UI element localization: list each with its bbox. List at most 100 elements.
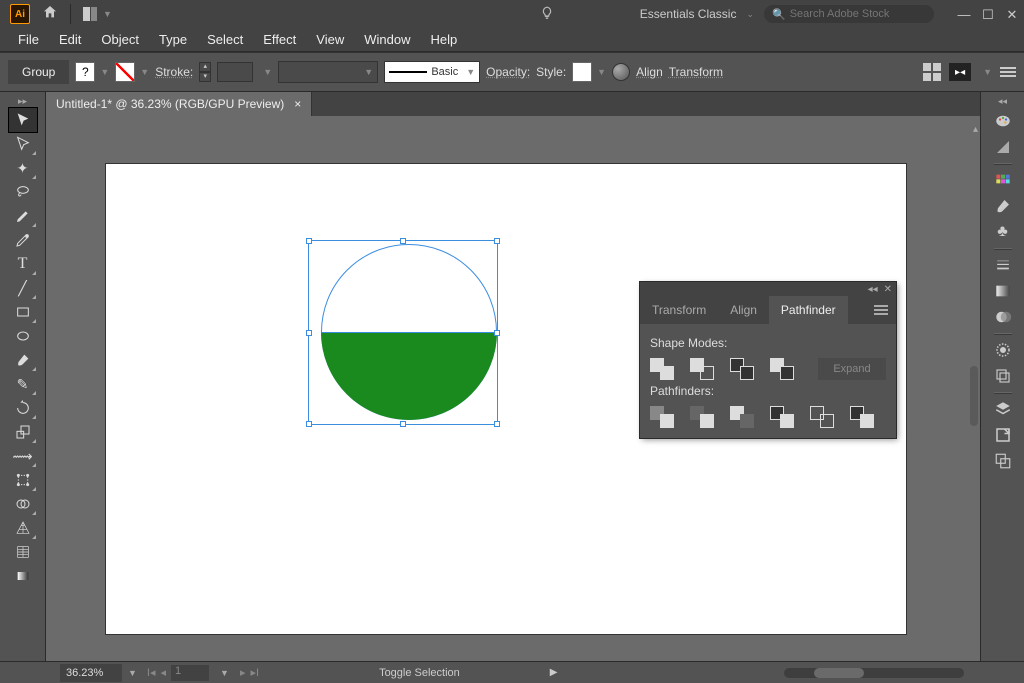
- layers-panel-icon[interactable]: [989, 396, 1017, 422]
- arrange-documents-button[interactable]: ▼: [83, 7, 112, 21]
- chevron-down-icon[interactable]: ▼: [140, 67, 149, 77]
- collapse-toolbox-icon[interactable]: ▸▸: [18, 96, 27, 108]
- graphic-style-swatch[interactable]: [572, 62, 592, 82]
- handle-tc[interactable]: [400, 238, 406, 244]
- chevron-down-icon[interactable]: ▼: [597, 67, 606, 77]
- stroke-weight-spinner[interactable]: ▴▾: [199, 62, 211, 82]
- opacity-label[interactable]: Opacity:: [486, 65, 530, 79]
- expand-button[interactable]: Expand: [818, 358, 886, 380]
- prev-artboard-icon[interactable]: ◂: [161, 666, 167, 679]
- rectangle-tool[interactable]: [9, 300, 37, 324]
- tab-pathfinder[interactable]: Pathfinder: [769, 296, 848, 324]
- mesh-tool[interactable]: [9, 540, 37, 564]
- horizontal-scrollbar[interactable]: [784, 668, 964, 678]
- intersect-button[interactable]: [730, 358, 754, 380]
- menu-help[interactable]: Help: [422, 30, 465, 49]
- stroke-weight-field[interactable]: [217, 62, 253, 82]
- close-button[interactable]: ✕: [1004, 7, 1020, 21]
- menu-object[interactable]: Object: [93, 30, 147, 49]
- vertical-scrollbar[interactable]: [970, 366, 978, 426]
- variable-width-profile[interactable]: ▼: [278, 61, 378, 83]
- line-tool[interactable]: ╱: [9, 276, 37, 300]
- stroke-swatch[interactable]: [115, 62, 135, 82]
- menu-edit[interactable]: Edit: [51, 30, 89, 49]
- status-more-icon[interactable]: ▶: [550, 667, 558, 678]
- chevron-down-icon[interactable]: ▼: [214, 668, 235, 678]
- free-transform-tool[interactable]: [9, 468, 37, 492]
- control-menu-icon[interactable]: [1000, 67, 1016, 77]
- handle-mr[interactable]: [494, 330, 500, 336]
- isolate-group-icon[interactable]: [923, 63, 941, 81]
- asset-export-panel-icon[interactable]: [989, 422, 1017, 448]
- last-artboard-icon[interactable]: ▸I: [250, 666, 259, 679]
- chevron-down-icon[interactable]: ▼: [263, 67, 272, 77]
- minus-front-button[interactable]: [690, 358, 714, 380]
- artboard-number-field[interactable]: 1: [171, 665, 209, 681]
- pen-tool[interactable]: [9, 204, 37, 228]
- graphic-styles-panel-icon[interactable]: [989, 363, 1017, 389]
- ellipse-tool[interactable]: [9, 324, 37, 348]
- merge-button[interactable]: [730, 406, 754, 428]
- stroke-panel-icon[interactable]: [989, 252, 1017, 278]
- zoom-dropdown-icon[interactable]: ▼: [122, 668, 143, 678]
- home-icon[interactable]: [42, 4, 58, 25]
- minus-back-button[interactable]: [850, 406, 874, 428]
- paintbrush-tool[interactable]: [9, 348, 37, 372]
- unite-button[interactable]: [650, 358, 674, 380]
- lasso-tool[interactable]: [9, 180, 37, 204]
- appearance-panel-icon[interactable]: [989, 337, 1017, 363]
- menu-effect[interactable]: Effect: [255, 30, 304, 49]
- search-stock[interactable]: 🔍: [764, 5, 934, 23]
- transform-link[interactable]: Transform: [669, 65, 723, 79]
- tab-align[interactable]: Align: [718, 296, 769, 324]
- outline-button[interactable]: [810, 406, 834, 428]
- handle-bl[interactable]: [306, 421, 312, 427]
- artboards-panel-icon[interactable]: [989, 448, 1017, 474]
- color-panel-icon[interactable]: [989, 108, 1017, 134]
- color-guide-panel-icon[interactable]: [989, 134, 1017, 160]
- collapse-panel-icon[interactable]: ◂◂: [868, 284, 878, 295]
- divide-button[interactable]: [650, 406, 674, 428]
- expand-panels-icon[interactable]: ▴: [973, 124, 978, 135]
- menu-type[interactable]: Type: [151, 30, 195, 49]
- handle-br[interactable]: [494, 421, 500, 427]
- first-artboard-icon[interactable]: I◂: [147, 666, 156, 679]
- gradient-panel-icon[interactable]: [989, 278, 1017, 304]
- scale-tool[interactable]: [9, 420, 37, 444]
- expand-dock-icon[interactable]: ◂◂: [998, 96, 1007, 106]
- close-tab-icon[interactable]: ×: [294, 97, 301, 111]
- align-link[interactable]: Align: [636, 65, 663, 79]
- shape-builder-tool[interactable]: [9, 492, 37, 516]
- swatches-panel-icon[interactable]: [989, 167, 1017, 193]
- gradient-tool[interactable]: [9, 564, 37, 588]
- brushes-panel-icon[interactable]: [989, 193, 1017, 219]
- curvature-tool[interactable]: [9, 228, 37, 252]
- magic-wand-tool[interactable]: ✦: [9, 156, 37, 180]
- stroke-label[interactable]: Stroke:: [155, 65, 193, 79]
- menu-select[interactable]: Select: [199, 30, 251, 49]
- perspective-tool[interactable]: [9, 516, 37, 540]
- panel-titlebar[interactable]: ◂◂ ✕: [640, 282, 896, 296]
- workspace-switcher[interactable]: Essentials Classic ⌄: [640, 7, 754, 21]
- chevron-down-icon[interactable]: ▼: [100, 67, 109, 77]
- chevron-down-icon[interactable]: ▼: [983, 67, 992, 77]
- panel-menu-icon[interactable]: [874, 305, 888, 315]
- tab-transform[interactable]: Transform: [640, 296, 718, 324]
- discover-icon[interactable]: [540, 5, 554, 24]
- document-tab[interactable]: Untitled-1* @ 36.23% (RGB/GPU Preview) ×: [46, 92, 312, 116]
- rotate-tool[interactable]: [9, 396, 37, 420]
- trim-button[interactable]: [690, 406, 714, 428]
- maximize-button[interactable]: ☐: [980, 7, 996, 21]
- next-artboard-icon[interactable]: ▸: [240, 666, 246, 679]
- menu-file[interactable]: File: [10, 30, 47, 49]
- handle-bc[interactable]: [400, 421, 406, 427]
- width-tool[interactable]: ⟿: [9, 444, 37, 468]
- pathfinder-panel[interactable]: ◂◂ ✕ Transform Align Pathfinder Shape Mo…: [640, 282, 896, 438]
- recolor-artwork-icon[interactable]: [612, 63, 630, 81]
- edit-contents-icon[interactable]: ▸◂: [949, 63, 971, 81]
- minimize-button[interactable]: —: [956, 7, 972, 21]
- crop-button[interactable]: [770, 406, 794, 428]
- selection-tool[interactable]: [9, 108, 37, 132]
- type-tool[interactable]: T: [9, 252, 37, 276]
- selection-bounding-box[interactable]: [308, 240, 498, 425]
